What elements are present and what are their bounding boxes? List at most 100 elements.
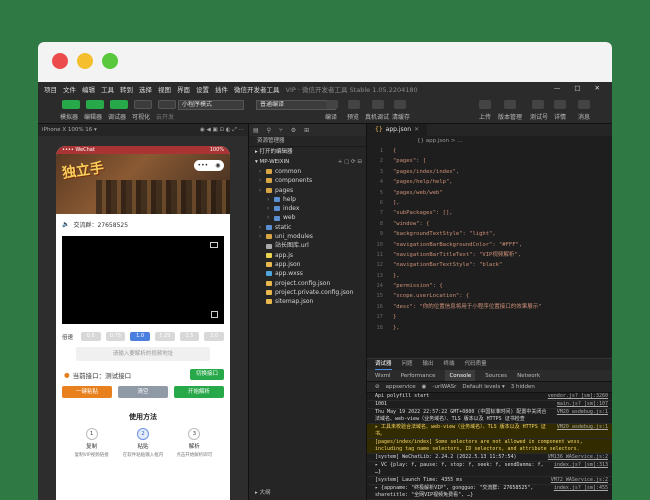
debug-icon[interactable]: ⚙ <box>291 127 296 134</box>
project-section[interactable]: ▾ MP-WEIXIN + ▢ ⟳ ⊟ <box>249 157 366 167</box>
tab-app-json[interactable]: {} app.json ✕ <box>367 124 428 136</box>
testid-icon[interactable] <box>532 100 544 109</box>
git-icon[interactable]: ⑂ <box>279 127 283 134</box>
debugger-toggle-button[interactable] <box>110 100 128 109</box>
console-entry-source[interactable]: index.js? [sm]:313 <box>554 462 608 476</box>
tree-item[interactable]: › components <box>249 176 366 185</box>
version-icon[interactable] <box>504 100 516 109</box>
speed-chip[interactable]: 1.25 <box>154 332 175 341</box>
clear-button[interactable]: 清空 <box>118 386 168 398</box>
tree-item[interactable]: › uni_modules <box>249 232 366 241</box>
remote-debug-icon[interactable] <box>372 100 384 109</box>
tree-item[interactable]: › static <box>249 223 366 232</box>
clear-cache-icon[interactable] <box>394 100 406 109</box>
menu-item-view[interactable]: 视图 <box>158 84 171 94</box>
tree-item[interactable]: › common <box>249 167 366 176</box>
cloud-toggle-button[interactable] <box>158 100 176 109</box>
upload-icon[interactable] <box>479 100 491 109</box>
menu-item-plugins[interactable]: 插件 <box>215 84 228 94</box>
console-entry[interactable]: Thu May 19 2022 22:57:22 GMT+0800 (中国标准时… <box>367 409 612 424</box>
close-icon[interactable]: ✕ <box>595 84 600 92</box>
message-icon[interactable] <box>578 100 590 109</box>
console-entry-source[interactable]: VM136 WAService.js:2 <box>548 454 608 461</box>
filter-input[interactable]: -urlWASr <box>432 382 456 392</box>
tree-item[interactable]: 站长图库.url <box>249 241 366 250</box>
paste-button[interactable]: 一键粘贴 <box>62 386 112 398</box>
subtab-sources[interactable]: Sources <box>485 370 507 381</box>
console-entry[interactable]: ▸ 工具未校验合法域名、web-view（业务域名）、TLS 版本以及 HTTP… <box>367 424 612 439</box>
console-entry-source[interactable]: VM20 asdebug.js:1 <box>557 409 608 423</box>
details-icon[interactable] <box>554 100 566 109</box>
editor-toggle-button[interactable] <box>86 100 104 109</box>
tab-terminal[interactable]: 终端 <box>444 359 455 370</box>
tab-output[interactable]: 输出 <box>423 359 434 370</box>
speed-chip[interactable]: 2.0 <box>204 332 225 341</box>
tab-problems[interactable]: 问题 <box>402 359 413 370</box>
tree-item[interactable]: project.config.json <box>249 279 366 288</box>
console-entry-source[interactable]: main.js? [sm]:107 <box>557 401 608 408</box>
outline-section[interactable]: ▸ 大纲 <box>255 488 271 496</box>
mode-select[interactable]: 小程序模式 <box>178 100 244 110</box>
levels-select[interactable]: Default levels ▾ <box>462 382 504 392</box>
console-entry-source[interactable]: VM72 WAService.js:2 <box>551 477 608 484</box>
tree-item[interactable]: app.wxss <box>249 269 366 278</box>
tree-item[interactable]: › help <box>249 195 366 204</box>
minimize-icon[interactable]: — <box>554 84 561 92</box>
menu-item-goto[interactable]: 转到 <box>120 84 133 94</box>
maximize-window-button[interactable] <box>102 53 118 69</box>
tree-item[interactable]: sitemap.json <box>249 297 366 306</box>
simulator-tools[interactable]: ◉ ◀ ▣ ⊡ ◐ ⤢ ⋯ <box>200 124 244 136</box>
extensions-icon[interactable]: ⊞ <box>304 127 309 134</box>
menu-item-select[interactable]: 选择 <box>139 84 152 94</box>
console-entry[interactable]: ▸ VC {play: f, pause: f, stop: f, seek: … <box>367 462 612 477</box>
compile-icon[interactable] <box>326 100 338 109</box>
preview-icon[interactable] <box>348 100 360 109</box>
menu-item-tools[interactable]: 工具 <box>101 84 114 94</box>
simulator-toggle-button[interactable] <box>62 100 80 109</box>
menu-item-file[interactable]: 文件 <box>63 84 76 94</box>
visual-toggle-button[interactable] <box>134 100 152 109</box>
clear-console-icon[interactable]: ⊘ <box>375 382 380 392</box>
tree-item[interactable]: app.js <box>249 251 366 260</box>
open-editors-section[interactable]: ▸ 打开的编辑器 <box>249 147 366 157</box>
url-input[interactable]: 请输入要解析的视频地址 <box>76 347 210 361</box>
console-entry[interactable]: [pages/index/index] Some selectors are n… <box>367 439 612 454</box>
tree-item[interactable]: › pages <box>249 186 366 195</box>
close-window-button[interactable] <box>52 53 68 69</box>
capsule-menu[interactable]: ••• ◉ <box>194 160 224 171</box>
speed-chip[interactable]: 1.5 <box>179 332 200 341</box>
code-lines[interactable]: 1{2 "pages": [3 "pages/index/index", 4 "p… <box>367 146 612 333</box>
speed-chip[interactable]: 0.75 <box>105 332 126 341</box>
speed-chip[interactable]: 0.5 <box>80 332 101 341</box>
more-icon[interactable]: ••• <box>198 162 209 169</box>
close-circle-icon[interactable]: ◉ <box>215 162 220 169</box>
tree-item[interactable]: › web <box>249 213 366 222</box>
console-entry[interactable]: Api polyfill start vendor.js? [sm]:3260 <box>367 393 612 401</box>
restore-icon[interactable]: □ <box>574 84 580 92</box>
switch-interface-button[interactable]: 切换接口 <box>190 369 224 380</box>
fullscreen-icon[interactable] <box>211 311 218 318</box>
video-player[interactable] <box>62 236 224 324</box>
subtab-wxml[interactable]: Wxml <box>375 370 391 381</box>
tree-item[interactable]: project.private.config.json <box>249 288 366 297</box>
subtab-performance[interactable]: Performance <box>401 370 436 381</box>
menu-item-project[interactable]: 项目 <box>44 84 57 94</box>
tree-item[interactable]: app.json <box>249 260 366 269</box>
subtab-network[interactable]: Network <box>517 370 540 381</box>
tab-code-quality[interactable]: 代码质量 <box>465 359 487 370</box>
tab-debugger[interactable]: 调试器 <box>375 359 392 370</box>
close-icon[interactable]: ✕ <box>414 124 419 136</box>
speed-chip-active[interactable]: 1.0 <box>130 332 150 341</box>
compile-select[interactable]: 普通编译 <box>256 100 336 110</box>
minimize-window-button[interactable] <box>77 53 93 69</box>
menu-item-edit[interactable]: 编辑 <box>82 84 95 94</box>
console-entry-source[interactable]: VM20 asdebug.js:1 <box>557 424 608 438</box>
device-select[interactable]: iPhone X 100% 16 ▾ <box>42 124 97 136</box>
explorer-actions-icon[interactable]: + ▢ ⟳ ⊟ <box>338 157 362 167</box>
cast-icon[interactable] <box>210 242 218 248</box>
console-entry[interactable]: 1001 main.js? [sm]:107 <box>367 401 612 409</box>
menu-item-ui[interactable]: 界面 <box>177 84 190 94</box>
menu-item-settings[interactable]: 设置 <box>196 84 209 94</box>
subtab-console[interactable]: Console <box>445 370 476 381</box>
console-entry-source[interactable]: index.js? [sm]:455 <box>554 485 608 499</box>
